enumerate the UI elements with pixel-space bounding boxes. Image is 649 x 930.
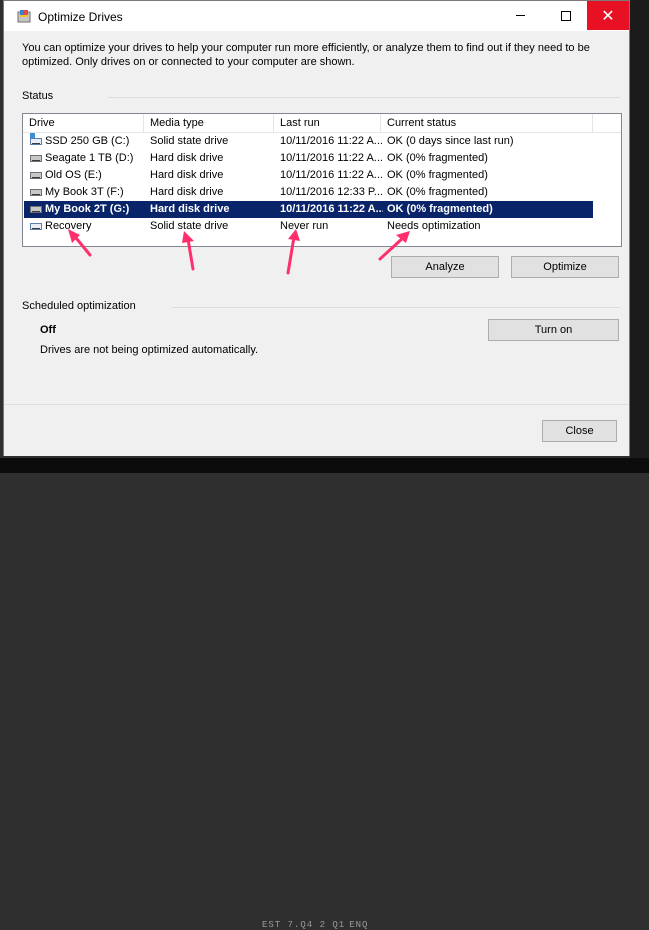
minimize-icon [516, 15, 525, 16]
drive-row-c[interactable]: SSD 250 GB (C:) Solid state drive 10/11/… [24, 133, 593, 150]
scheduled-optimization-label: Scheduled optimization [22, 300, 136, 312]
drive-row-g-selected[interactable]: My Book 2T (G:) Hard disk drive 10/11/20… [24, 201, 593, 218]
taskbar-strip: EST 7.Q4 2 Q1 ENQ [0, 458, 649, 930]
hard-drive-icon [30, 155, 42, 162]
hard-drive-icon [30, 189, 42, 196]
media-type: Hard disk drive [150, 152, 224, 164]
status-section-label: Status [22, 90, 54, 102]
media-type: Hard disk drive [150, 186, 224, 198]
current-status: Needs optimization [387, 220, 481, 232]
media-type: Hard disk drive [150, 169, 224, 181]
drive-row-e[interactable]: Old OS (E:) Hard disk drive 10/11/2016 1… [24, 167, 593, 184]
title-bar: Optimize Drives ✕ [4, 1, 629, 31]
schedule-description: Drives are not being optimized automatic… [40, 344, 259, 356]
turn-on-button[interactable]: Turn on [488, 319, 619, 341]
close-button[interactable]: Close [542, 420, 617, 442]
drive-name: Seagate 1 TB (D:) [45, 152, 134, 164]
drive-row-f[interactable]: My Book 3T (F:) Hard disk drive 10/11/20… [24, 184, 593, 201]
optimize-button[interactable]: Optimize [511, 256, 619, 278]
intro-text: You can optimize your drives to help you… [22, 42, 590, 68]
annotation-arrow-icon [68, 229, 92, 257]
drives-list-header: Drive Media type Last run Current status [23, 114, 621, 133]
maximize-button[interactable] [544, 1, 587, 30]
media-type: Hard disk drive [150, 203, 230, 215]
current-status: OK (0% fragmented) [387, 152, 488, 164]
status-divider [108, 97, 620, 98]
annotation-arrow-icon [182, 231, 195, 271]
annotation-arrow-icon [378, 231, 410, 261]
ssd-system-drive-icon [30, 133, 42, 145]
hard-drive-icon [30, 206, 42, 213]
minimize-button[interactable] [499, 1, 542, 30]
hard-drive-icon [30, 172, 42, 179]
drive-name: My Book 3T (F:) [45, 186, 124, 198]
desktop-background [630, 0, 649, 473]
dialog-footer: Close [4, 404, 629, 456]
media-type: Solid state drive [150, 135, 229, 147]
ssd-drive-icon [30, 223, 42, 230]
column-header-last-run[interactable]: Last run [274, 114, 381, 132]
drive-name: Old OS (E:) [45, 169, 102, 181]
column-header-drive[interactable]: Drive [23, 114, 144, 132]
last-run: 10/11/2016 11:22 A... [280, 203, 383, 215]
last-run: 10/11/2016 11:22 A... [280, 169, 383, 181]
optimize-drives-window: Optimize Drives ✕ You can optimize your … [3, 0, 630, 456]
current-status: OK (0% fragmented) [387, 186, 488, 198]
optimize-drives-app-icon [17, 10, 31, 23]
media-type: Solid state drive [150, 220, 229, 232]
drive-name: My Book 2T (G:) [45, 203, 130, 215]
column-header-current-status[interactable]: Current status [381, 114, 593, 132]
current-status: OK (0% fragmented) [387, 169, 488, 181]
taskbar-text: EST 7.Q4 2 Q1 ENQ [262, 920, 369, 930]
drive-row-recovery[interactable]: Recovery Solid state drive Never run Nee… [24, 218, 593, 235]
close-icon: ✕ [601, 5, 615, 25]
annotation-arrow-icon [286, 229, 300, 275]
current-status: OK (0% fragmented) [387, 203, 493, 215]
schedule-state: Off [40, 324, 56, 336]
last-run: 10/11/2016 11:22 A... [280, 152, 383, 164]
current-status: OK (0 days since last run) [387, 135, 514, 147]
column-header-media-type[interactable]: Media type [144, 114, 274, 132]
drives-list[interactable]: Drive Media type Last run Current status… [22, 113, 622, 247]
close-window-button[interactable]: ✕ [587, 1, 629, 30]
last-run: 10/11/2016 12:33 P... [280, 186, 383, 198]
last-run: 10/11/2016 11:22 A... [280, 135, 383, 147]
scheduled-divider [172, 307, 620, 308]
drive-name: SSD 250 GB (C:) [45, 135, 130, 147]
window-title: Optimize Drives [38, 10, 123, 24]
drive-row-d[interactable]: Seagate 1 TB (D:) Hard disk drive 10/11/… [24, 150, 593, 167]
maximize-icon [560, 10, 571, 21]
